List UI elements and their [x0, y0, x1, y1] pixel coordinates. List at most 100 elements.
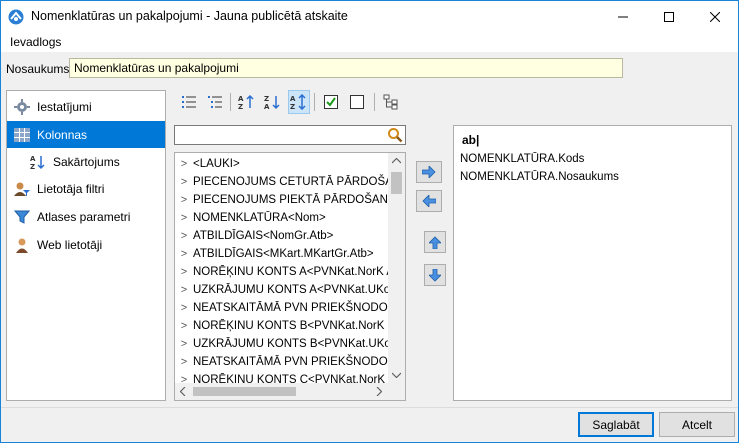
sort-az-up-icon: AZ [238, 94, 254, 110]
toolbar-separator [230, 93, 231, 111]
list-item[interactable]: NOMENKLATŪRA.Nosaukums [460, 171, 619, 183]
hierarchy-button[interactable] [380, 90, 402, 114]
menu-bar: Ievadlogs [1, 32, 738, 52]
field-toolbar: AZ ZA AZ [175, 90, 405, 116]
chevron-right-icon[interactable]: > [175, 155, 193, 173]
uncheck-all-button[interactable] [346, 90, 368, 114]
svg-text:Z: Z [30, 163, 35, 170]
list-item[interactable]: >UZKRĀJUMU KONTS A<PVNKat.UKon A> [175, 281, 389, 299]
chevron-right-icon[interactable]: > [175, 335, 193, 353]
user-icon [13, 236, 31, 254]
tree-list-icon [208, 96, 222, 108]
chevron-right-icon[interactable]: > [175, 227, 193, 245]
gear-icon [13, 98, 31, 116]
title-bar: Nomenklatūras un pakalpojumi - Jauna pub… [1, 1, 738, 32]
nav-label: Sakārtojums [53, 154, 120, 169]
checkbox-checked-icon [324, 95, 338, 109]
move-down-button[interactable] [424, 264, 446, 286]
field-search [174, 125, 406, 145]
text-format-icon[interactable]: ab| [462, 133, 479, 147]
checkbox-empty-icon [350, 95, 364, 109]
maximize-button[interactable] [646, 1, 692, 32]
list-item[interactable]: >PIECENOJUMS CETURTĀ PĀRDOŠANAS [175, 173, 389, 191]
sort-descending-button[interactable]: ZA [262, 90, 284, 114]
scroll-left-icon[interactable] [180, 387, 186, 396]
nav-item-web-users[interactable]: Web lietotāji [7, 231, 165, 258]
nav-item-columns[interactable]: Kolonnas [7, 121, 165, 148]
sort-ascending-button[interactable]: AZ [236, 90, 258, 114]
funnel-icon [13, 208, 31, 226]
list-item[interactable]: > NORĒĶINU KONTS A<PVNKat.NorK A> [175, 263, 389, 281]
nav-item-sort[interactable]: AZ Sakārtojums [7, 148, 165, 175]
chevron-right-icon[interactable]: > [175, 191, 193, 209]
add-column-button[interactable] [416, 161, 442, 183]
toolbar-separator [374, 93, 375, 111]
scroll-thumb[interactable] [193, 387, 296, 396]
vertical-scrollbar[interactable] [388, 153, 405, 384]
list-view-button[interactable] [178, 90, 200, 114]
search-icon[interactable] [387, 127, 403, 143]
remove-column-button[interactable] [416, 190, 442, 212]
minimize-button[interactable] [600, 1, 646, 32]
svg-text:A: A [290, 95, 296, 103]
list-item[interactable]: >PIECENOJUMS PIEKTĀ PĀRDOŠANAS CE [175, 191, 389, 209]
move-up-button[interactable] [424, 231, 446, 253]
sort-za-down-icon: ZA [264, 95, 280, 110]
name-label: Nosaukums: [6, 62, 73, 76]
sort-none-button[interactable]: AZ [288, 90, 310, 114]
cancel-button[interactable]: Atcelt [659, 412, 735, 437]
nav-label: Kolonnas [37, 127, 88, 142]
svg-text:Z: Z [290, 103, 295, 110]
sort-az-icon: AZ [29, 153, 47, 171]
name-input[interactable] [69, 58, 623, 78]
search-input[interactable] [175, 126, 380, 144]
arrow-up-icon [429, 235, 441, 249]
close-icon [710, 11, 720, 22]
nav-item-selection-params[interactable]: Atlases parametri [7, 203, 165, 230]
nav-label: Lietotāja filtri [37, 181, 105, 196]
list-item[interactable]: > ATBILDĪGAIS<NomGr.Atb> [175, 227, 389, 245]
svg-text:Z: Z [264, 95, 269, 103]
nav-item-user-filters[interactable]: Lietotāja filtri [7, 175, 165, 202]
list-item[interactable]: > <LAUKI> [175, 155, 389, 173]
list-item[interactable]: >NEATSKAITĀMĀ PVN PRIEKŠNODOKĻA K [175, 353, 389, 371]
list-item[interactable]: > ATBILDĪGAIS<MKart.MKartGr.Atb> [175, 245, 389, 263]
list-item[interactable]: > NOMENKLATŪRA<Nom> [175, 209, 389, 227]
nav-item-settings[interactable]: Iestatījumi [7, 93, 165, 120]
scroll-down-icon[interactable] [392, 372, 401, 378]
chevron-right-icon[interactable]: > [175, 173, 193, 191]
list-item[interactable]: NOMENKLATŪRA.Kods [460, 153, 584, 165]
scroll-up-icon[interactable] [392, 158, 401, 164]
close-button[interactable] [692, 1, 738, 32]
chevron-right-icon[interactable]: > [175, 353, 193, 371]
scroll-thumb[interactable] [391, 172, 402, 194]
menu-ievadlogs[interactable]: Ievadlogs [10, 35, 61, 49]
arrow-right-icon [422, 166, 436, 178]
settings-nav: Iestatījumi Kolonnas AZ Sakārtojums Liet… [6, 90, 166, 401]
list-item[interactable]: >UZKRĀJUMU KONTS B<PVNKat.UKon B> [175, 335, 389, 353]
list-item[interactable]: >NEATSKAITĀMĀ PVN PRIEKŠNODOKĻA K [175, 299, 389, 317]
nav-label: Iestatījumi [37, 99, 92, 114]
nav-label: Atlases parametri [37, 209, 131, 224]
chevron-right-icon[interactable]: > [175, 263, 193, 281]
window-title: Nomenklatūras un pakalpojumi - Jauna pub… [31, 9, 348, 23]
chevron-right-icon[interactable]: > [175, 209, 193, 227]
app-logo-icon [8, 9, 24, 25]
svg-text:A: A [238, 95, 244, 103]
chevron-right-icon[interactable]: > [175, 317, 193, 335]
horizontal-scrollbar[interactable] [175, 383, 405, 400]
nav-label: Web lietotāji [37, 237, 103, 252]
chevron-right-icon[interactable]: > [175, 281, 193, 299]
arrow-down-icon [429, 268, 441, 282]
check-all-button[interactable] [320, 90, 342, 114]
hierarchy-icon [383, 94, 398, 110]
tree-view-button[interactable] [204, 90, 226, 114]
dialog-window: Nomenklatūras un pakalpojumi - Jauna pub… [0, 0, 739, 443]
save-button[interactable]: Saglabāt [578, 412, 654, 437]
scroll-right-icon[interactable] [376, 387, 382, 396]
maximize-icon [664, 11, 674, 22]
sort-toggle-icon: AZ [290, 94, 306, 110]
chevron-right-icon[interactable]: > [175, 299, 193, 317]
list-item[interactable]: > NORĒĶINU KONTS B<PVNKat.NorK B> [175, 317, 389, 335]
chevron-right-icon[interactable]: > [175, 245, 193, 263]
